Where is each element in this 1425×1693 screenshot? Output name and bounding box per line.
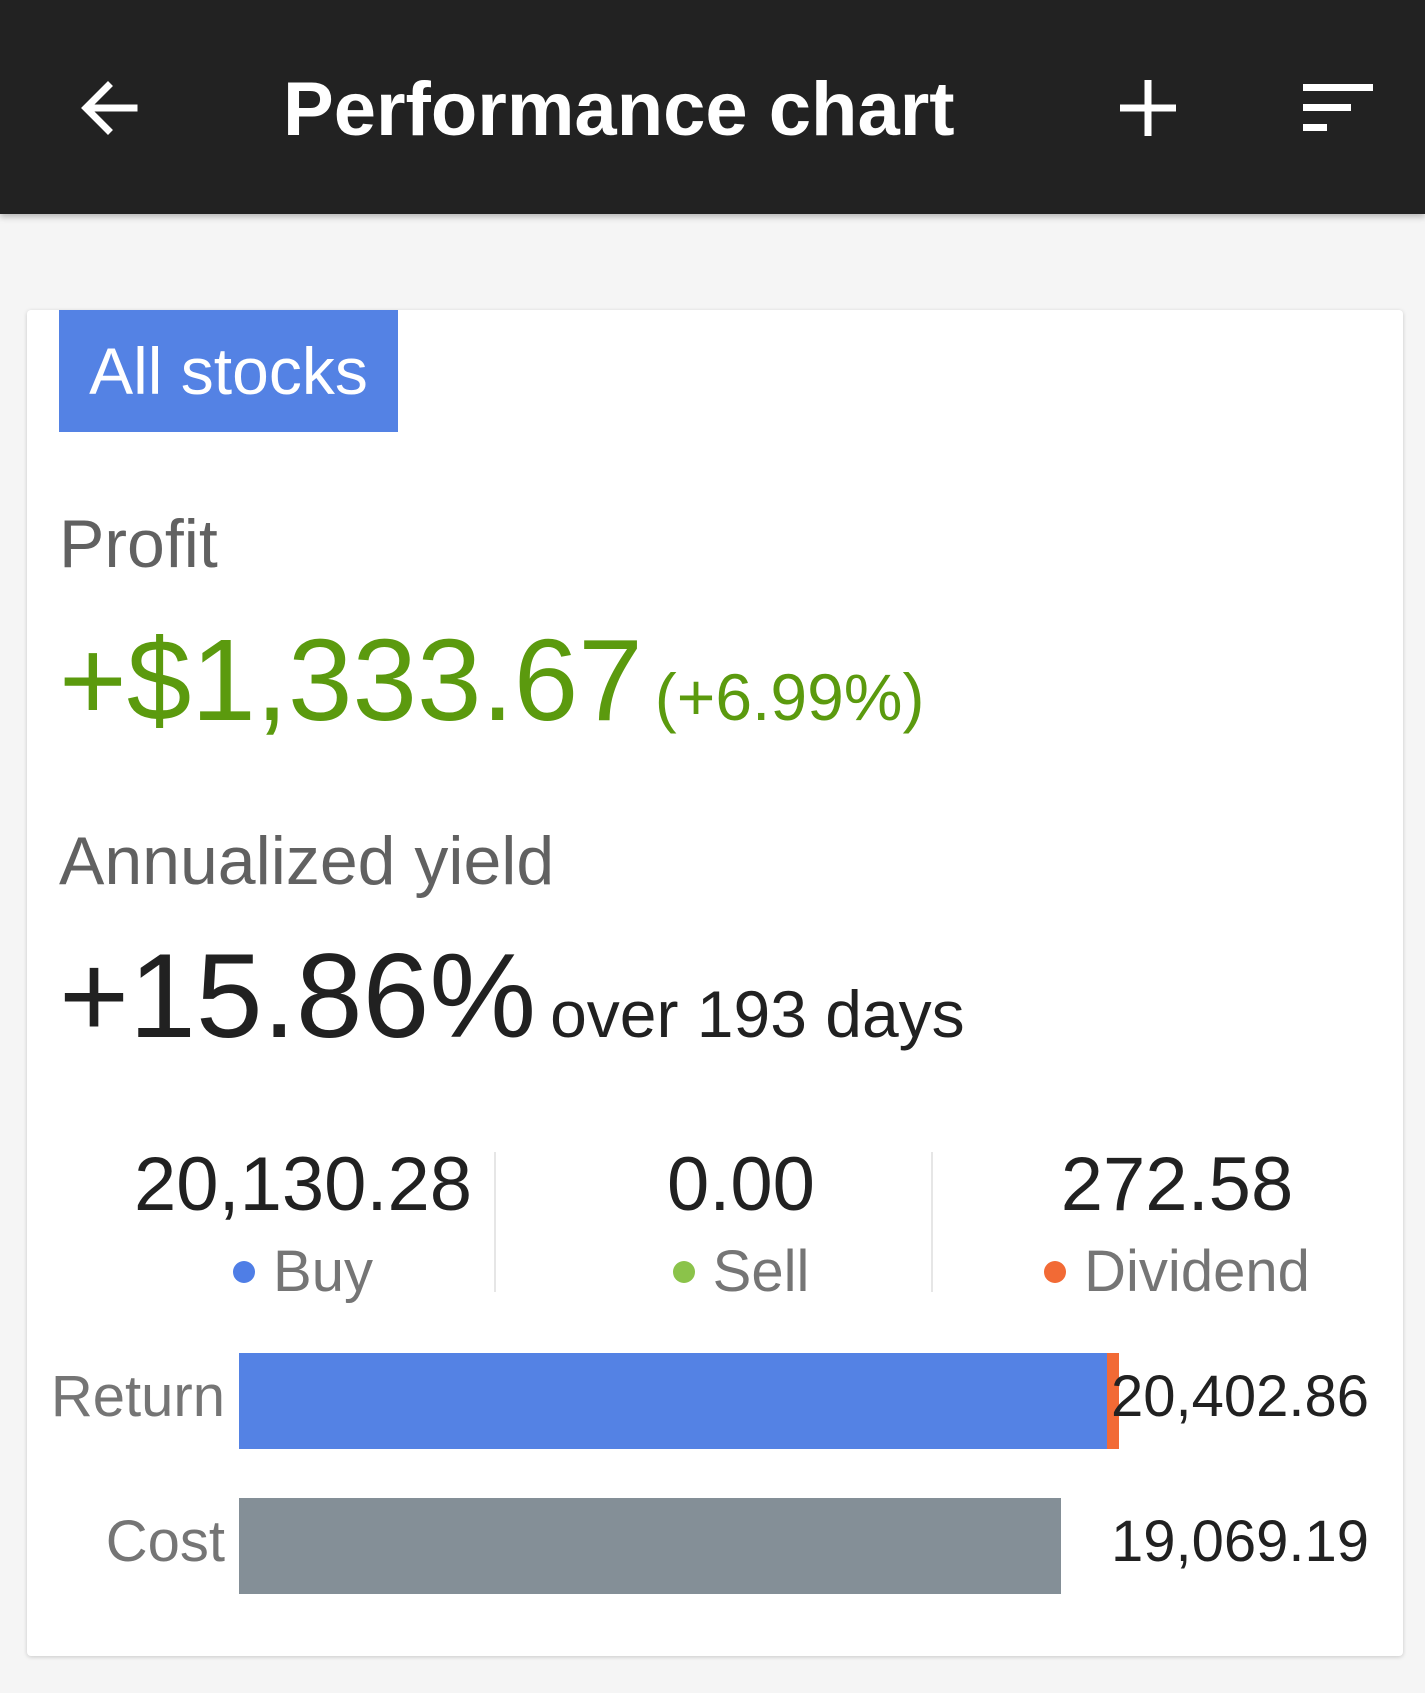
plus-icon <box>1116 76 1180 145</box>
app-bar: Performance chart <box>0 0 1425 214</box>
legend-sell: Sell <box>521 1232 961 1312</box>
annualized-yield-label: Annualized yield <box>59 823 555 899</box>
stat-sell: 0.00 Sell <box>521 1140 961 1312</box>
profit-amount: +$1,333.67 <box>59 615 643 745</box>
stat-buy: 20,130.28 Buy <box>83 1140 523 1312</box>
legend-dividend: Dividend <box>957 1232 1397 1312</box>
arrow-left-icon <box>74 72 146 149</box>
stat-divider <box>931 1152 933 1292</box>
stat-value: 0.00 <box>667 1142 815 1227</box>
legend-buy: Buy <box>83 1232 523 1312</box>
all-stocks-tab[interactable]: All stocks <box>59 310 398 432</box>
performance-card: All stocks Profit +$1,333.67 (+6.99%) Ann… <box>27 310 1403 1656</box>
return-bar <box>239 1353 1119 1449</box>
annualized-yield-row: +15.86% over 193 days <box>59 926 965 1084</box>
dividend-dot-icon <box>1044 1260 1067 1283</box>
annualized-yield-value: +15.86% <box>59 929 537 1063</box>
stat-label: Sell <box>712 1239 810 1304</box>
cost-value: 19,069.19 <box>1110 1509 1369 1574</box>
sort-button[interactable] <box>1288 60 1388 160</box>
return-label: Return <box>50 1364 225 1429</box>
profit-label: Profit <box>59 506 218 582</box>
profit-percent: (+6.99%) <box>654 660 925 734</box>
sort-icon <box>1301 80 1375 141</box>
yield-period: over 193 days <box>550 977 965 1051</box>
profit-value-row: +$1,333.67 (+6.99%) <box>59 610 924 767</box>
stat-value: 272.58 <box>1060 1142 1294 1227</box>
stat-label: Dividend <box>1084 1239 1310 1304</box>
back-button[interactable] <box>60 60 160 160</box>
sell-dot-icon <box>672 1260 695 1283</box>
cost-bar <box>239 1498 1119 1594</box>
return-value: 20,402.86 <box>1110 1364 1369 1429</box>
page-title: Performance chart <box>283 67 955 152</box>
cost-segment-cost <box>239 1498 1061 1594</box>
buy-dot-icon <box>233 1260 256 1283</box>
stat-divider <box>494 1152 496 1292</box>
add-button[interactable] <box>1098 60 1198 160</box>
stat-value: 20,130.28 <box>133 1142 473 1227</box>
cost-label: Cost <box>105 1509 225 1574</box>
return-segment-buy <box>239 1353 1107 1449</box>
stat-label: Buy <box>273 1239 373 1304</box>
stat-dividend: 272.58 Dividend <box>957 1140 1397 1312</box>
